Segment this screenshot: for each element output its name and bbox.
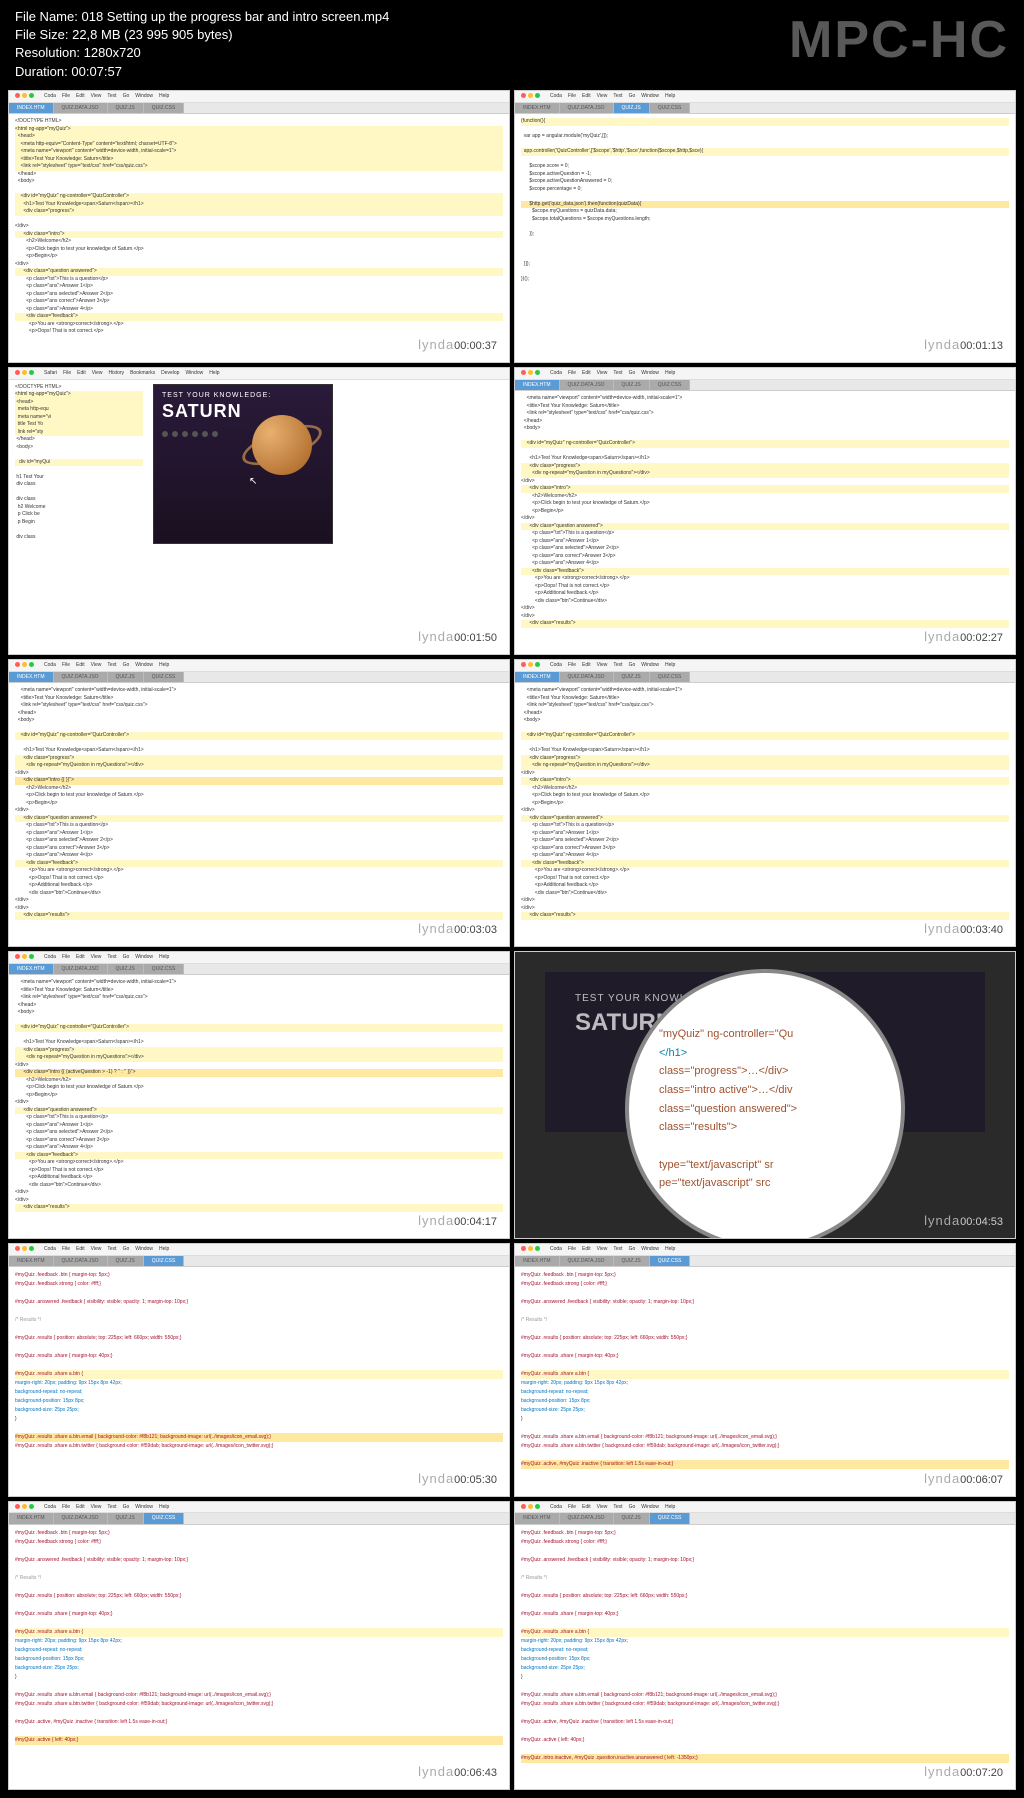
file-info-panel: File Name: 018 Setting up the progress b…	[15, 8, 389, 81]
thumb-2: CodaFileEditViewTextGoWindowHelp INDEX.H…	[514, 90, 1016, 363]
thumb-9: CodaFileEditViewTextGoWindowHelp INDEX.H…	[8, 1243, 510, 1497]
player-watermark: MPC-HC	[789, 10, 1009, 70]
thumb-4: CodaFileEditViewTextGoWindowHelp INDEX.H…	[514, 367, 1016, 655]
thumbnail-grid: CodaFileEditViewTextGoWindowHelp INDEX.H…	[0, 0, 1024, 1798]
cursor-icon: ↖	[249, 475, 257, 488]
thumb-6: CodaFileEditViewTextGoWindowHelp INDEX.H…	[514, 659, 1016, 947]
saturn-preview: TEST YOUR KNOWLEDGE: SATURN ↖	[153, 384, 333, 544]
thumb-8: TEST YOUR KNOWLEDGE: SATURN "myQuiz" ng-…	[514, 951, 1016, 1239]
thumb-7: CodaFileEditViewTextGoWindowHelp INDEX.H…	[8, 951, 510, 1239]
thumb-3: SafariFileEditViewHistoryBookmarksDevelo…	[8, 367, 510, 655]
thumb-10: CodaFileEditViewTextGoWindowHelp INDEX.H…	[514, 1243, 1016, 1497]
thumb-1: CodaFileEditViewTextGoWindowHelp INDEX.H…	[8, 90, 510, 363]
thumb-11: CodaFileEditViewTextGoWindowHelp INDEX.H…	[8, 1501, 510, 1791]
thumb-12: CodaFileEditViewTextGoWindowHelp INDEX.H…	[514, 1501, 1016, 1791]
magnifier: "myQuiz" ng-controller="Qu </h1> class="…	[625, 969, 905, 1239]
thumb-5: CodaFileEditViewTextGoWindowHelp INDEX.H…	[8, 659, 510, 947]
